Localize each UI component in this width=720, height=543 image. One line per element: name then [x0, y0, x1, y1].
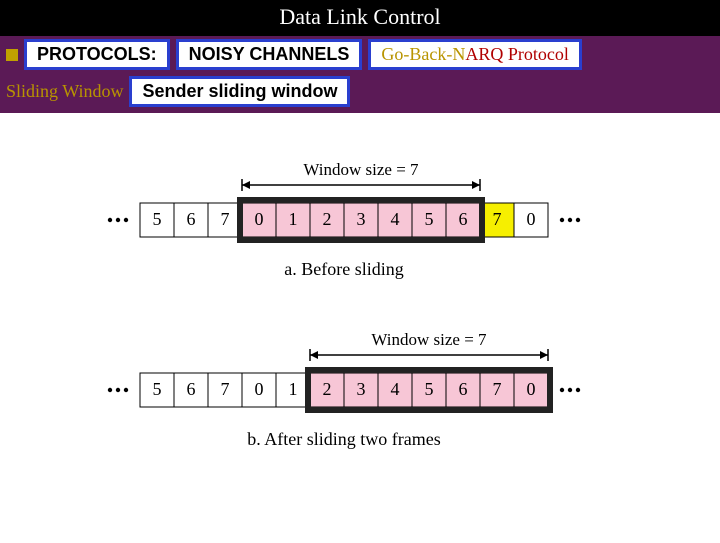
svg-text:4: 4 [391, 379, 400, 399]
svg-text:2: 2 [323, 379, 332, 399]
figure-area: Window size = 7 5 6 7 0 1 2 3 4 5 6 7 0 a. Before sli… [0, 113, 720, 543]
svg-text:1: 1 [289, 379, 298, 399]
svg-text:6: 6 [459, 209, 468, 229]
gbn-text-2: ARQ Protocol [465, 44, 569, 65]
svg-text:1: 1 [289, 209, 298, 229]
svg-text:6: 6 [187, 379, 196, 399]
sender-sw-chip: Sender sliding window [129, 76, 350, 107]
sliding-window-diagram: Window size = 7 5 6 7 0 1 2 3 4 5 6 7 0 a. Before sli… [60, 143, 660, 543]
svg-text:5: 5 [425, 209, 434, 229]
svg-text:0: 0 [527, 379, 536, 399]
svg-text:3: 3 [357, 379, 366, 399]
gbn-text-1: Go-Back-N [381, 44, 465, 65]
svg-text:5: 5 [153, 209, 162, 229]
bullet-icon [6, 49, 18, 61]
svg-text:4: 4 [391, 209, 400, 229]
svg-text:6: 6 [187, 209, 196, 229]
svg-text:b. After sliding two frames: b. After sliding two frames [247, 429, 440, 449]
noisy-chip: NOISY CHANNELS [176, 39, 363, 70]
svg-text:7: 7 [221, 379, 230, 399]
page-title: Data Link Control [279, 4, 440, 29]
svg-text:a. Before sliding: a. Before sliding [284, 259, 403, 279]
sliding-window-label: Sliding Window [6, 81, 123, 102]
svg-text:2: 2 [323, 209, 332, 229]
svg-text:7: 7 [493, 209, 502, 229]
svg-text:3: 3 [357, 209, 366, 229]
tag-row-1: PROTOCOLS: NOISY CHANNELS Go-Back-N ARQ … [0, 36, 720, 73]
svg-text:5: 5 [425, 379, 434, 399]
gbn-chip: Go-Back-N ARQ Protocol [368, 39, 581, 70]
svg-text:0: 0 [255, 379, 264, 399]
svg-text:5: 5 [153, 379, 162, 399]
title-row: Data Link Control [0, 0, 720, 34]
svg-text:7: 7 [493, 379, 502, 399]
tag-row-2: Sliding Window Sender sliding window [0, 73, 720, 113]
svg-text:0: 0 [527, 209, 536, 229]
protocols-chip: PROTOCOLS: [24, 39, 170, 70]
svg-text:Window size = 7: Window size = 7 [371, 330, 487, 349]
header-bar: Data Link Control [0, 0, 720, 36]
svg-text:Window size = 7: Window size = 7 [303, 160, 419, 179]
svg-text:6: 6 [459, 379, 468, 399]
svg-text:0: 0 [255, 209, 264, 229]
svg-text:7: 7 [221, 209, 230, 229]
